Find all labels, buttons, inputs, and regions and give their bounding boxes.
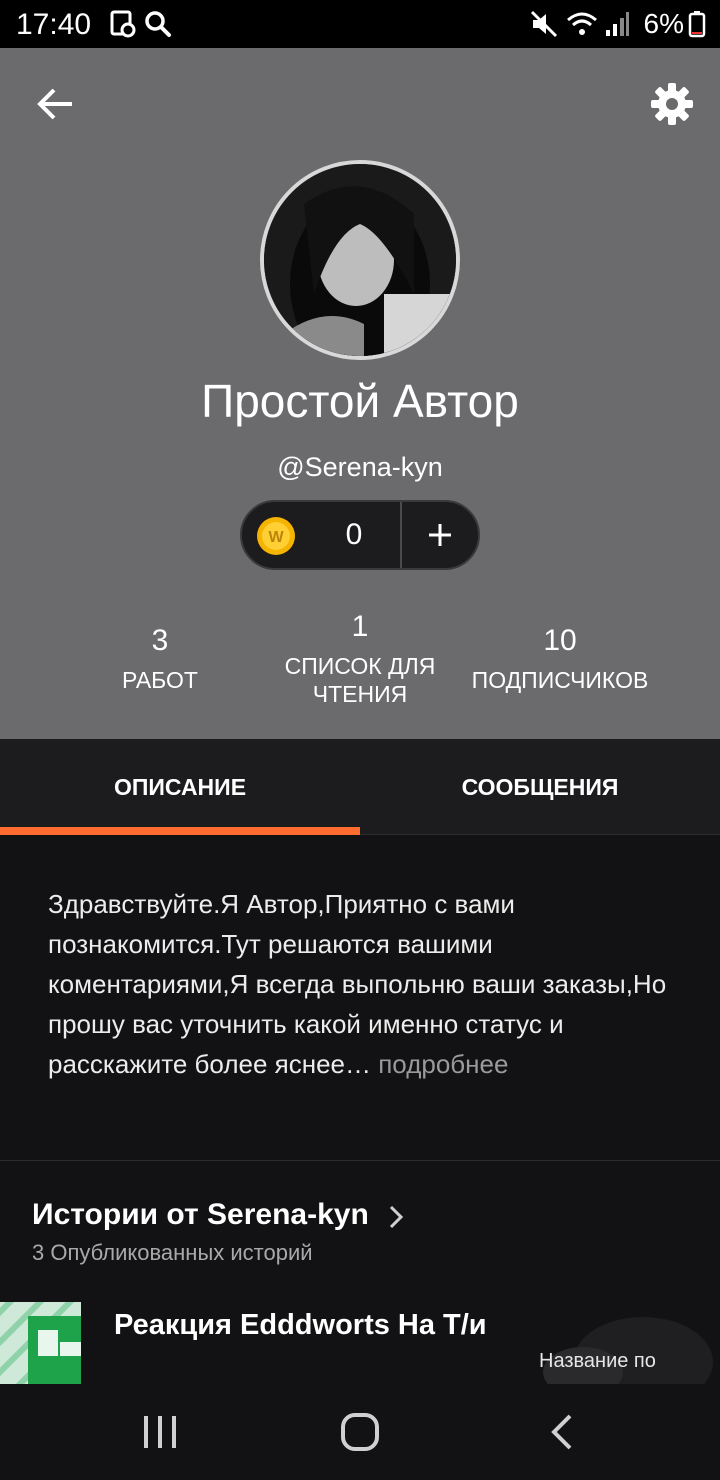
- story-cover[interactable]: Название по: [523, 1302, 720, 1384]
- display-name: Простой Автор: [201, 375, 519, 427]
- stat-number: 10: [543, 624, 577, 657]
- recent-apps-icon: [144, 1416, 176, 1448]
- recent-apps-button[interactable]: [138, 1410, 182, 1454]
- plus-icon: [429, 524, 451, 546]
- coins-widget[interactable]: W 0: [240, 500, 480, 570]
- battery-icon: [688, 10, 706, 43]
- mute-icon: [530, 10, 558, 43]
- read-more-link[interactable]: подробнее: [371, 1049, 508, 1079]
- profile-tabs: ОПИСАНИЕ СООБЩЕНИЯ: [0, 739, 720, 835]
- svg-text:W: W: [268, 529, 284, 546]
- gear-icon: [651, 83, 693, 125]
- add-coins-button[interactable]: [402, 502, 478, 568]
- avatar-image: [264, 164, 456, 356]
- signal-icon: [604, 10, 630, 43]
- settings-button[interactable]: [648, 80, 696, 128]
- story-title[interactable]: Реакция Edddworts На Т/и: [114, 1306, 494, 1344]
- chevron-left-icon: [551, 1414, 572, 1450]
- description-text: Здравствуйте.Я Автор,Приятно с вами позн…: [48, 889, 667, 1079]
- coin-count: 0: [345, 518, 363, 551]
- home-button[interactable]: [338, 1410, 382, 1454]
- profile-header: Простой Автор @Serena-kyn W 0 3 РАБОТ 1 …: [0, 48, 720, 739]
- stories-count: 3 Опубликованных историй: [32, 1240, 313, 1265]
- username: @Serena-kyn: [277, 452, 443, 482]
- tab-messages[interactable]: СООБЩЕНИЯ: [360, 739, 720, 835]
- coin-icon: W: [256, 516, 296, 556]
- divider: [0, 1160, 720, 1161]
- wifi-icon: [566, 10, 598, 43]
- avatar[interactable]: [260, 160, 460, 360]
- stat-works[interactable]: 3 РАБОТ: [80, 624, 240, 694]
- back-button[interactable]: [34, 82, 78, 126]
- story-cover-image: [0, 1302, 81, 1384]
- story-cover-caption: Название по: [539, 1350, 656, 1372]
- back-nav-button[interactable]: [540, 1410, 584, 1454]
- battery-percent: 6%: [643, 8, 684, 39]
- screenshot-icon: [110, 10, 136, 43]
- stat-number: 1: [351, 610, 369, 643]
- status-bar: 17:40 6%: [0, 0, 720, 48]
- chevron-right-icon[interactable]: [386, 1204, 406, 1230]
- arrow-left-icon: [37, 88, 72, 120]
- home-icon: [341, 1413, 379, 1451]
- system-nav-bar: [0, 1384, 720, 1480]
- stat-label: ПОДПИСЧИКОВ: [471, 667, 649, 693]
- profile-description: Здравствуйте.Я Автор,Приятно с вами позн…: [48, 884, 678, 1084]
- stat-label: СПИСОК ДЛЯ ЧТЕНИЯ: [284, 653, 436, 707]
- tab-description[interactable]: ОПИСАНИЕ: [0, 739, 360, 835]
- stories-section-title[interactable]: Истории от Serena-kyn: [32, 1198, 369, 1232]
- search-icon: [144, 10, 172, 43]
- story-cover[interactable]: [0, 1302, 81, 1384]
- active-tab-indicator: [0, 827, 360, 835]
- stat-reading-lists[interactable]: 1 СПИСОК ДЛЯ ЧТЕНИЯ: [270, 610, 450, 708]
- status-time: 17:40: [16, 8, 92, 41]
- stat-followers[interactable]: 10 ПОДПИСЧИКОВ: [460, 624, 660, 694]
- stat-label: РАБОТ: [122, 667, 198, 693]
- stat-number: 3: [151, 624, 169, 657]
